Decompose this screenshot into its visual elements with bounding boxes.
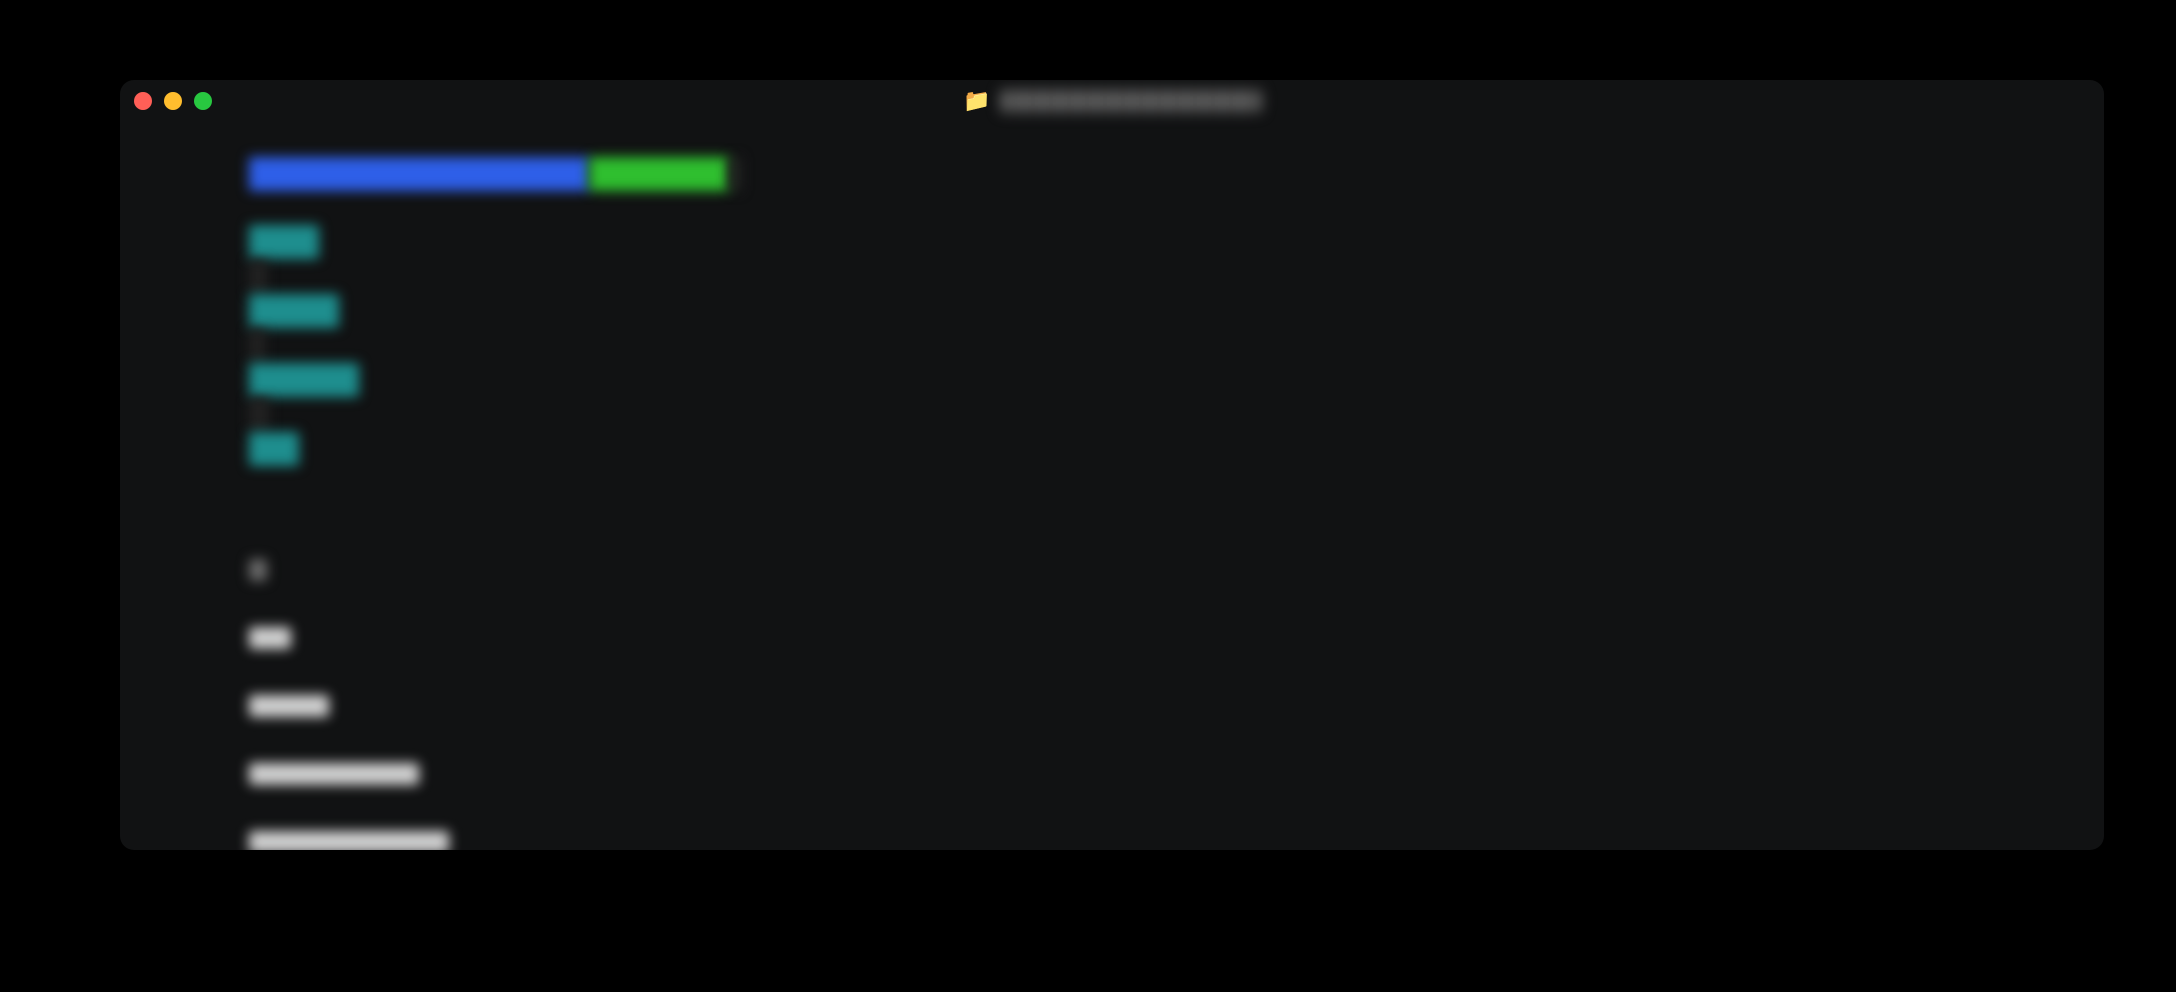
maximize-icon[interactable] — [194, 92, 212, 110]
folder-icon: 📁 — [963, 89, 990, 114]
titlebar: 📁 — [120, 80, 2104, 122]
terminal-window: 📁 — [120, 80, 2104, 850]
window-title-redacted — [1001, 90, 1261, 112]
redacted-line-1 — [122, 518, 2102, 850]
prompt-line-1 — [122, 122, 2102, 500]
close-icon[interactable] — [134, 92, 152, 110]
traffic-lights — [134, 92, 212, 110]
minimize-icon[interactable] — [164, 92, 182, 110]
terminal-output[interactable]: ' -- synpress tests/wallet-setup ⚠️ The … — [120, 122, 2104, 850]
